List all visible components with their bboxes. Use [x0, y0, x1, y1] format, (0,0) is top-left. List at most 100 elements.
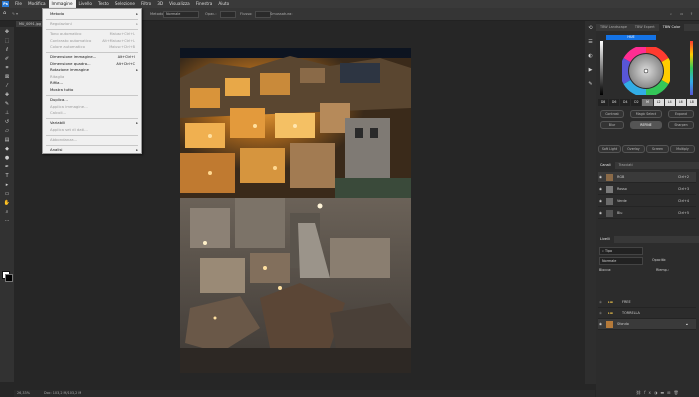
- zone-l8-button[interactable]: L8: [686, 99, 697, 106]
- menu-item-variabili[interactable]: Variabili ▸: [43, 120, 141, 127]
- fx-icon[interactable]: fx: [644, 390, 654, 395]
- channel-row-rgb[interactable]: ◉ RGB Ctrl+2: [598, 172, 696, 183]
- document-image[interactable]: [180, 48, 411, 373]
- layer-row-free[interactable]: ◉ ▸▬ FREE: [598, 297, 696, 308]
- menu-immagine[interactable]: Immagine: [48, 0, 76, 8]
- tab-tbw-color[interactable]: TBW Color: [658, 24, 685, 31]
- menu-aiuto[interactable]: Aiuto: [215, 0, 232, 8]
- magic-select-button[interactable]: Magic Select: [630, 110, 662, 118]
- zone-d6-button[interactable]: D6: [609, 99, 620, 106]
- history-icon[interactable]: ⟲: [585, 21, 596, 35]
- visibility-eye-icon[interactable]: ◉: [599, 175, 602, 179]
- menu-livello[interactable]: Livello: [76, 0, 95, 8]
- zone-m-button[interactable]: M: [642, 99, 653, 106]
- type-tool-icon[interactable]: T: [0, 171, 14, 180]
- layer-row-sfondo[interactable]: ◉ Sfondo 🔒︎: [598, 319, 696, 330]
- menu-item-dimensione-quadro[interactable]: Dimensione quadro... Alt+Ctrl+C: [43, 61, 141, 68]
- eraser-tool-icon[interactable]: ▱: [0, 126, 14, 135]
- sharpen-button[interactable]: Sharpen: [668, 121, 694, 129]
- workspace-icon[interactable]: ▭: [680, 12, 683, 16]
- crop-tool-icon[interactable]: ⌗: [0, 63, 14, 72]
- background-color-swatch[interactable]: [5, 274, 13, 282]
- opacity-field[interactable]: [220, 11, 236, 18]
- menu-3d[interactable]: 3D: [154, 0, 166, 8]
- tab-livelli[interactable]: Livelli: [596, 236, 614, 243]
- layer-row-torrella[interactable]: ◉ ▸▬ TORRELLA: [598, 308, 696, 319]
- menu-item-applica-immagine[interactable]: Applica immagine...: [43, 104, 141, 111]
- menu-item-contrasto-automatico[interactable]: Contrasto automatico Alt+Maiusc+Ctrl+L: [43, 38, 141, 45]
- brush-preset-icon[interactable]: ✎ ▾: [12, 12, 18, 16]
- visibility-eye-icon[interactable]: ◉: [599, 300, 602, 304]
- brushes-icon[interactable]: ✎: [585, 77, 596, 91]
- channel-row-blu[interactable]: ◉ Blu Ctrl+5: [598, 208, 696, 219]
- zone-d2-button[interactable]: D2: [631, 99, 642, 106]
- menu-item-mostra-tutto[interactable]: Mostra tutto: [43, 87, 141, 94]
- layer-blend-mode-select[interactable]: Normale: [599, 257, 643, 265]
- visibility-eye-icon[interactable]: ◉: [599, 311, 602, 315]
- trash-icon[interactable]: 🗑︎: [674, 390, 682, 395]
- search-icon[interactable]: ⌕: [670, 12, 672, 16]
- blend-mode-select[interactable]: Normale: [163, 11, 199, 18]
- refine-button[interactable]: REFINE: [630, 121, 662, 129]
- tab-tbw-landscape[interactable]: TBW Landscape: [596, 24, 631, 31]
- zone-l4-button[interactable]: L4: [664, 99, 675, 106]
- menu-item-colore-automatico[interactable]: Colore automatico Maiusc+Ctrl+B: [43, 44, 141, 51]
- flow-field[interactable]: [255, 11, 271, 18]
- healing-tool-icon[interactable]: ✚: [0, 90, 14, 99]
- menu-finestra[interactable]: Finestra: [193, 0, 216, 8]
- actions-icon[interactable]: ▶: [585, 63, 596, 77]
- overlay-button[interactable]: Overlay: [622, 145, 645, 153]
- quick-select-tool-icon[interactable]: ✐: [0, 54, 14, 63]
- menu-item-duplica[interactable]: Duplica...: [43, 97, 141, 104]
- history-brush-tool-icon[interactable]: ↺: [0, 117, 14, 126]
- menu-item-rifila[interactable]: Rifila...: [43, 80, 141, 87]
- blur-tool-icon[interactable]: ◆: [0, 144, 14, 153]
- menu-testo[interactable]: Testo: [95, 0, 112, 8]
- move-tool-icon[interactable]: ✥: [0, 27, 14, 36]
- share-icon[interactable]: ⇪: [690, 12, 693, 16]
- visibility-eye-icon[interactable]: ◉: [599, 199, 602, 203]
- hand-tool-icon[interactable]: ✋: [0, 198, 14, 207]
- menu-item-dimensione-immagine[interactable]: Dimensione immagine... Alt+Ctrl+I: [43, 54, 141, 61]
- channel-row-rosso[interactable]: ◉ Rosso Ctrl+3: [598, 184, 696, 195]
- path-select-tool-icon[interactable]: ▸: [0, 180, 14, 189]
- menu-filtro[interactable]: Filtro: [138, 0, 154, 8]
- layer-kind-filter[interactable]: ⌕ Tipo: [599, 247, 643, 255]
- menu-item-abbondanza[interactable]: Abbondanza...: [43, 137, 141, 144]
- shape-tool-icon[interactable]: ▭: [0, 189, 14, 198]
- pen-tool-icon[interactable]: ✒: [0, 162, 14, 171]
- zoom-tool-icon[interactable]: ⌕: [0, 207, 14, 216]
- document-info[interactable]: Doc: 103,2 M/103,2 M: [44, 390, 81, 397]
- photoshop-logo-icon[interactable]: Ps: [2, 1, 9, 7]
- frame-tool-icon[interactable]: ⊠: [0, 72, 14, 81]
- tab-tracciati[interactable]: Tracciati: [615, 162, 637, 169]
- expand-button[interactable]: Expand: [668, 110, 694, 118]
- gradient-tool-icon[interactable]: ▤: [0, 135, 14, 144]
- zone-l2-button[interactable]: L2: [653, 99, 664, 106]
- more-tools-icon[interactable]: ···: [0, 216, 14, 225]
- home-icon[interactable]: ⌂: [3, 10, 6, 16]
- tab-tbw-expert[interactable]: TBW Expert: [631, 24, 659, 31]
- menu-item-rotazione-immagine[interactable]: Rotazione immagine ▸: [43, 67, 141, 74]
- tab-canali[interactable]: Canali: [596, 162, 615, 169]
- hue-slider[interactable]: [690, 41, 693, 95]
- screen-button[interactable]: Screen: [646, 145, 669, 153]
- menu-item-tono-automatico[interactable]: Tono automatico Maiusc+Ctrl+L: [43, 31, 141, 38]
- menu-modifica[interactable]: Modifica: [25, 0, 49, 8]
- visibility-eye-icon[interactable]: ◉: [599, 187, 602, 191]
- brush-tool-icon[interactable]: ✎: [0, 99, 14, 108]
- properties-icon[interactable]: ☰: [585, 35, 596, 49]
- zone-l6-button[interactable]: L6: [675, 99, 686, 106]
- menu-file[interactable]: File: [12, 0, 25, 8]
- menu-selezione[interactable]: Selezione: [112, 0, 138, 8]
- menu-item-applica-set-di-dati[interactable]: Applica set di dati...: [43, 127, 141, 134]
- marquee-tool-icon[interactable]: ⬚: [0, 36, 14, 45]
- visibility-eye-icon[interactable]: ◉: [599, 322, 602, 326]
- link-icon[interactable]: ⛓: [636, 390, 644, 395]
- contrast-button[interactable]: Contrast: [600, 110, 624, 118]
- menu-item-analisi[interactable]: Analisi ▸: [43, 147, 141, 154]
- menu-item-ritaglia[interactable]: Ritaglia: [43, 74, 141, 81]
- hue-mode-button[interactable]: HUE: [606, 35, 656, 40]
- menu-item-calcoli[interactable]: Calcoli...: [43, 110, 141, 117]
- menu-visualizza[interactable]: Visualizza: [166, 0, 193, 8]
